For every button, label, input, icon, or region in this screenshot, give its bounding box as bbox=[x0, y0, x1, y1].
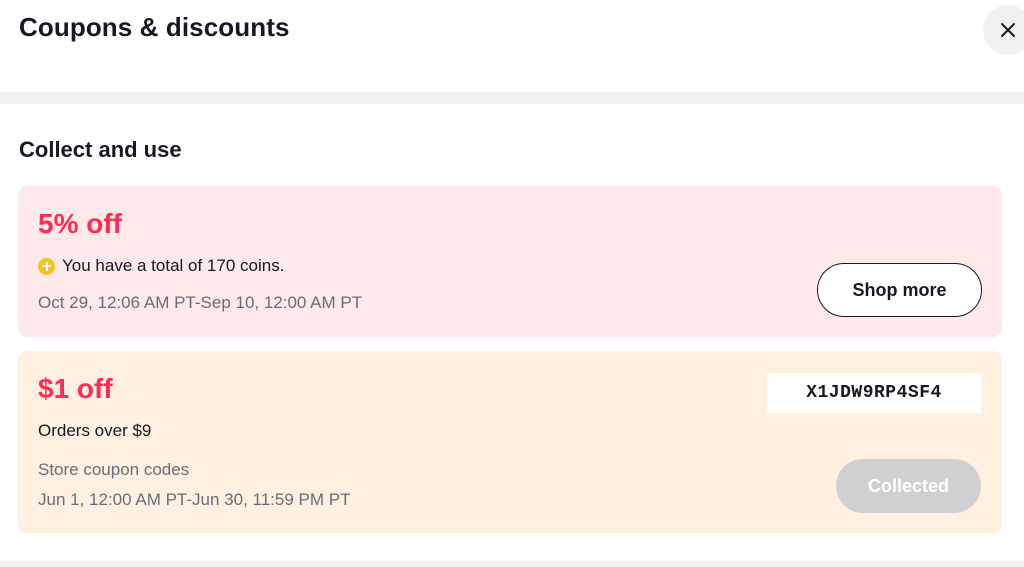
coupon-card-amount: $1 off Orders over $9 Store coupon codes… bbox=[18, 351, 1002, 533]
coins-info: You have a total of 170 coins. bbox=[38, 256, 284, 276]
coupon-card-percent: 5% off You have a total of 170 coins. Oc… bbox=[18, 186, 1002, 337]
coupon-discount: 5% off bbox=[38, 208, 122, 239]
coins-text: You have a total of 170 coins. bbox=[62, 256, 285, 275]
modal-title: Coupons & discounts bbox=[19, 12, 290, 42]
coupon-type: Store coupon codes bbox=[38, 460, 190, 479]
section-divider bbox=[0, 92, 1024, 104]
close-icon bbox=[1001, 23, 1015, 37]
section-title: Collect and use bbox=[19, 137, 182, 162]
coin-icon bbox=[38, 257, 55, 275]
shop-more-button[interactable]: Shop more bbox=[817, 263, 982, 317]
close-button[interactable] bbox=[983, 5, 1024, 55]
coupon-code[interactable]: X1JDW9RP4SF4 bbox=[767, 373, 981, 413]
coupon-condition: Orders over $9 bbox=[38, 421, 152, 440]
coupon-validity: Oct 29, 12:06 AM PT-Sep 10, 12:00 AM PT bbox=[38, 293, 363, 312]
bottom-divider bbox=[0, 561, 1024, 567]
coupon-validity: Jun 1, 12:00 AM PT-Jun 30, 11:59 PM PT bbox=[38, 490, 351, 509]
modal-header: Coupons & discounts bbox=[0, 0, 1024, 92]
coupon-discount: $1 off bbox=[38, 373, 113, 404]
collected-button: Collected bbox=[836, 459, 981, 513]
